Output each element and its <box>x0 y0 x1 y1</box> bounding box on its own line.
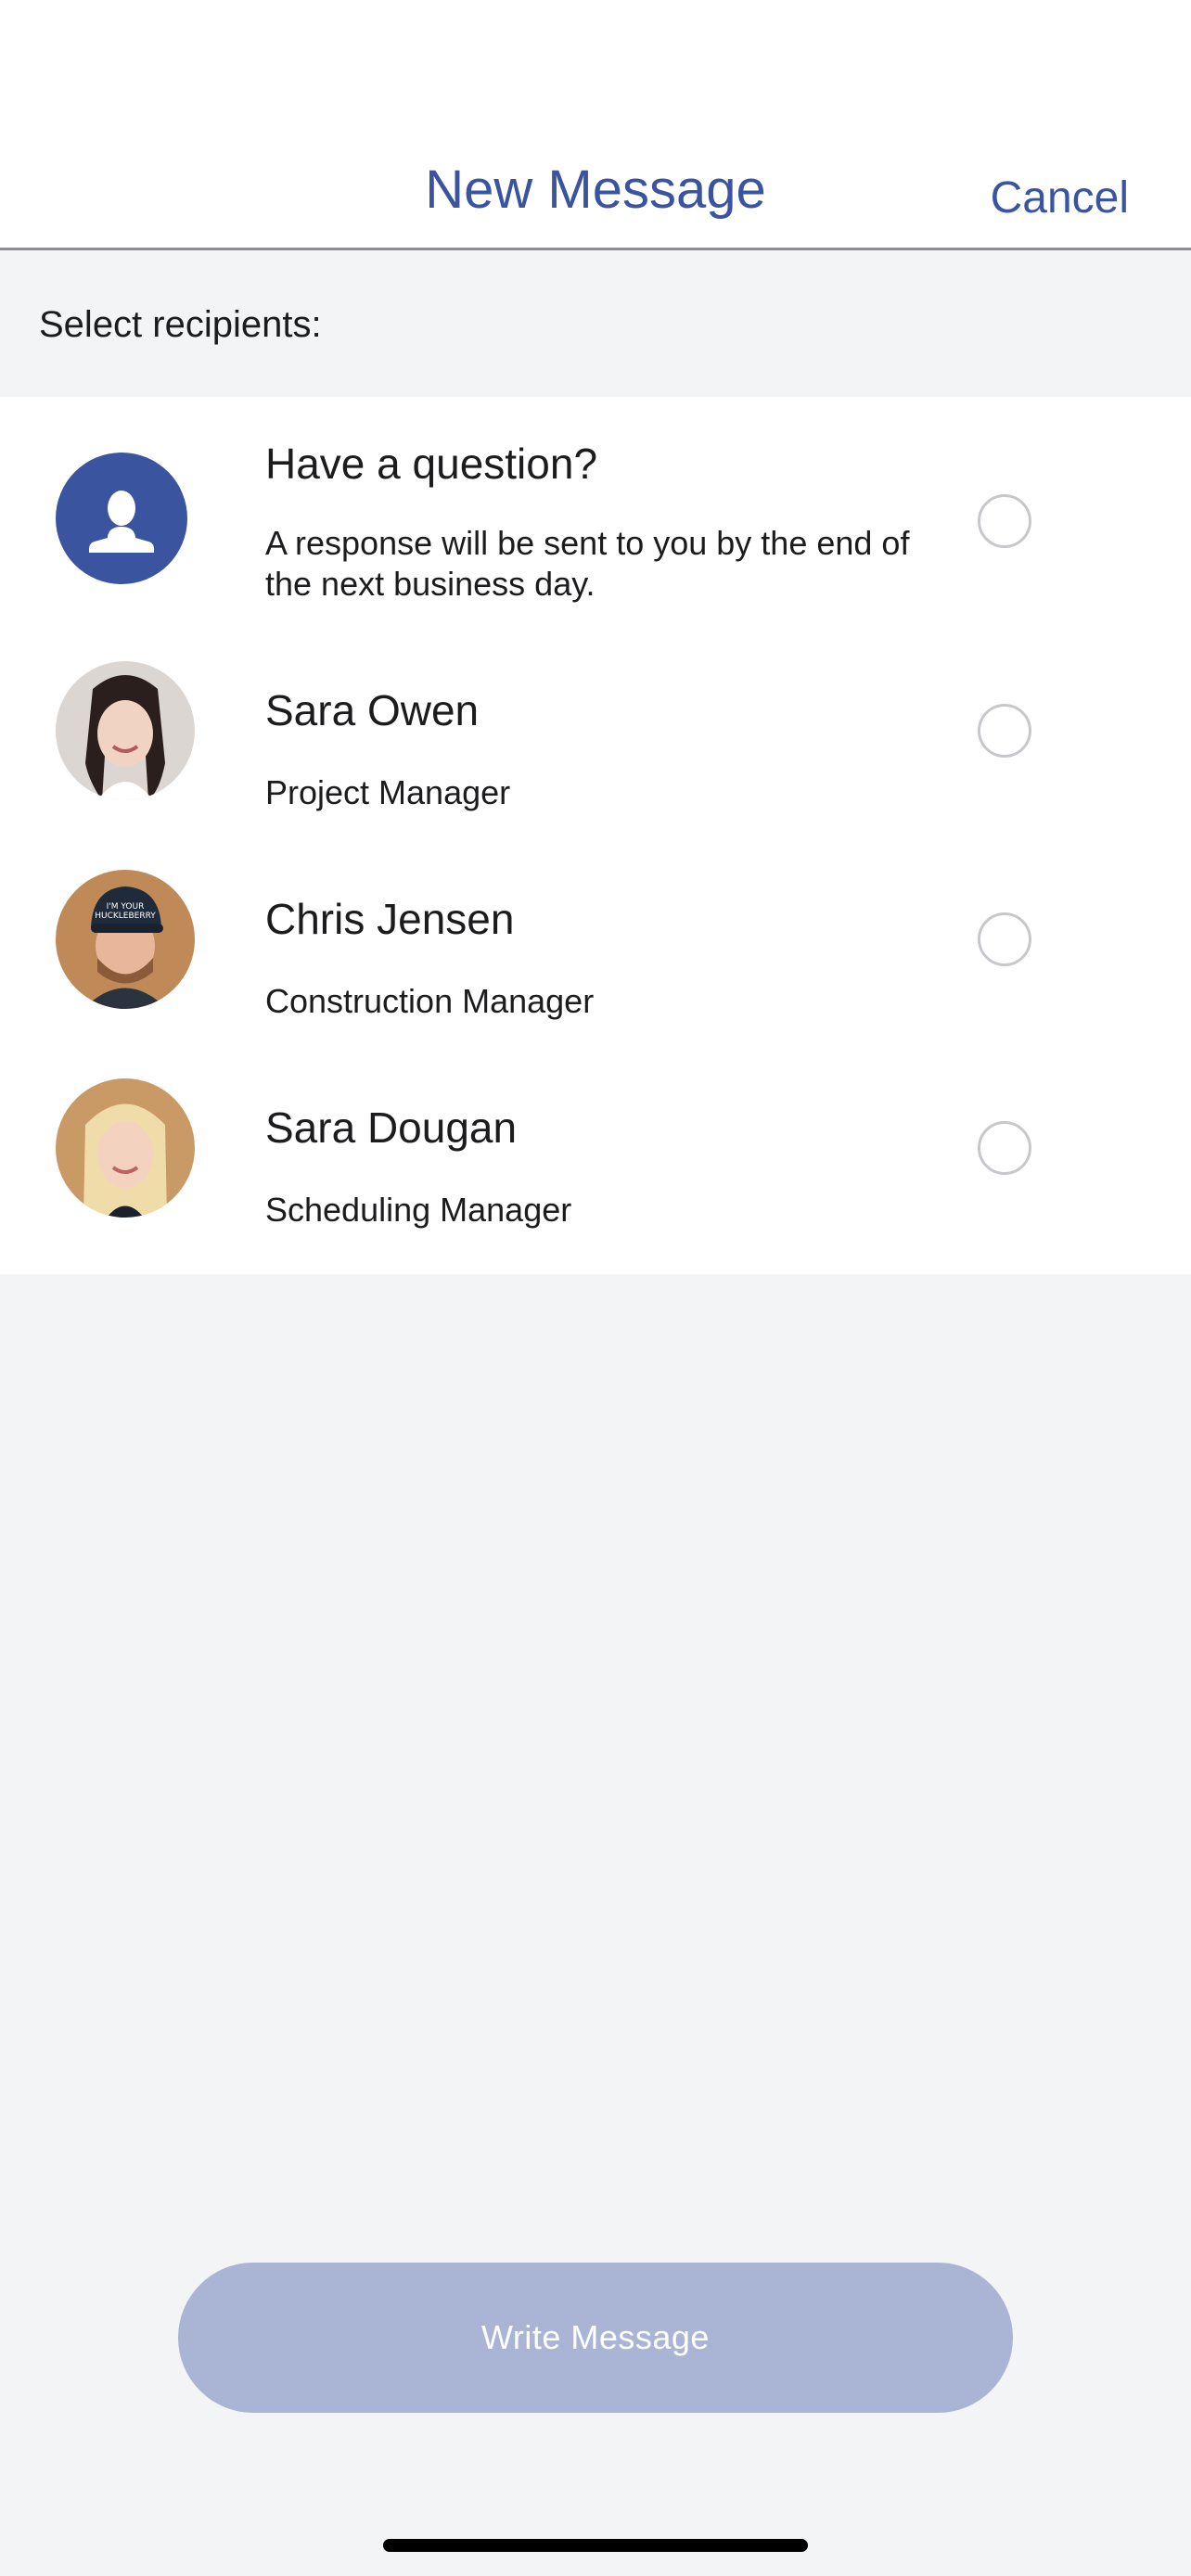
recipient-title: Have a question? <box>265 440 598 488</box>
recipient-title: Sara Owen <box>265 686 480 734</box>
radio-button[interactable] <box>978 912 1031 966</box>
recipient-row-sara-dougan[interactable]: Sara Dougan Scheduling Manager <box>0 1046 1191 1274</box>
radio-button[interactable] <box>978 1121 1031 1175</box>
recipient-subtitle: A response will be sent to you by the en… <box>265 524 910 603</box>
sara-dougan-avatar <box>56 1078 195 1218</box>
write-message-button[interactable]: Write Message <box>178 2263 1013 2413</box>
select-recipients-label: Select recipients: <box>39 304 322 345</box>
recipient-title: Chris Jensen <box>265 895 515 943</box>
recipient-subtitle: Construction Manager <box>265 982 595 1020</box>
recipient-subtitle: Project Manager <box>265 773 511 811</box>
svg-text:I'M YOUR: I'M YOUR <box>107 902 145 912</box>
cancel-button[interactable]: Cancel <box>991 171 1129 226</box>
recipient-title: Sara Dougan <box>265 1103 518 1152</box>
recipient-subtitle: Scheduling Manager <box>265 1191 572 1229</box>
generic-person-icon <box>56 453 187 584</box>
radio-button[interactable] <box>978 494 1031 548</box>
radio-button[interactable] <box>978 704 1031 758</box>
recipient-list: Have a question? A response will be sent… <box>0 397 1191 1274</box>
home-indicator <box>383 2539 808 2552</box>
navigation-bar: New Message Cancel <box>0 0 1191 250</box>
recipient-row-general-question[interactable]: Have a question? A response will be sent… <box>0 397 1191 629</box>
sara-owen-avatar <box>56 661 195 800</box>
chris-jensen-avatar: I'M YOUR HUCKLEBERRY <box>56 870 195 1009</box>
recipient-row-chris-jensen[interactable]: I'M YOUR HUCKLEBERRY Chris Jensen Constr… <box>0 837 1191 1046</box>
recipient-row-sara-owen[interactable]: Sara Owen Project Manager <box>0 629 1191 837</box>
svg-text:HUCKLEBERRY: HUCKLEBERRY <box>95 912 156 921</box>
